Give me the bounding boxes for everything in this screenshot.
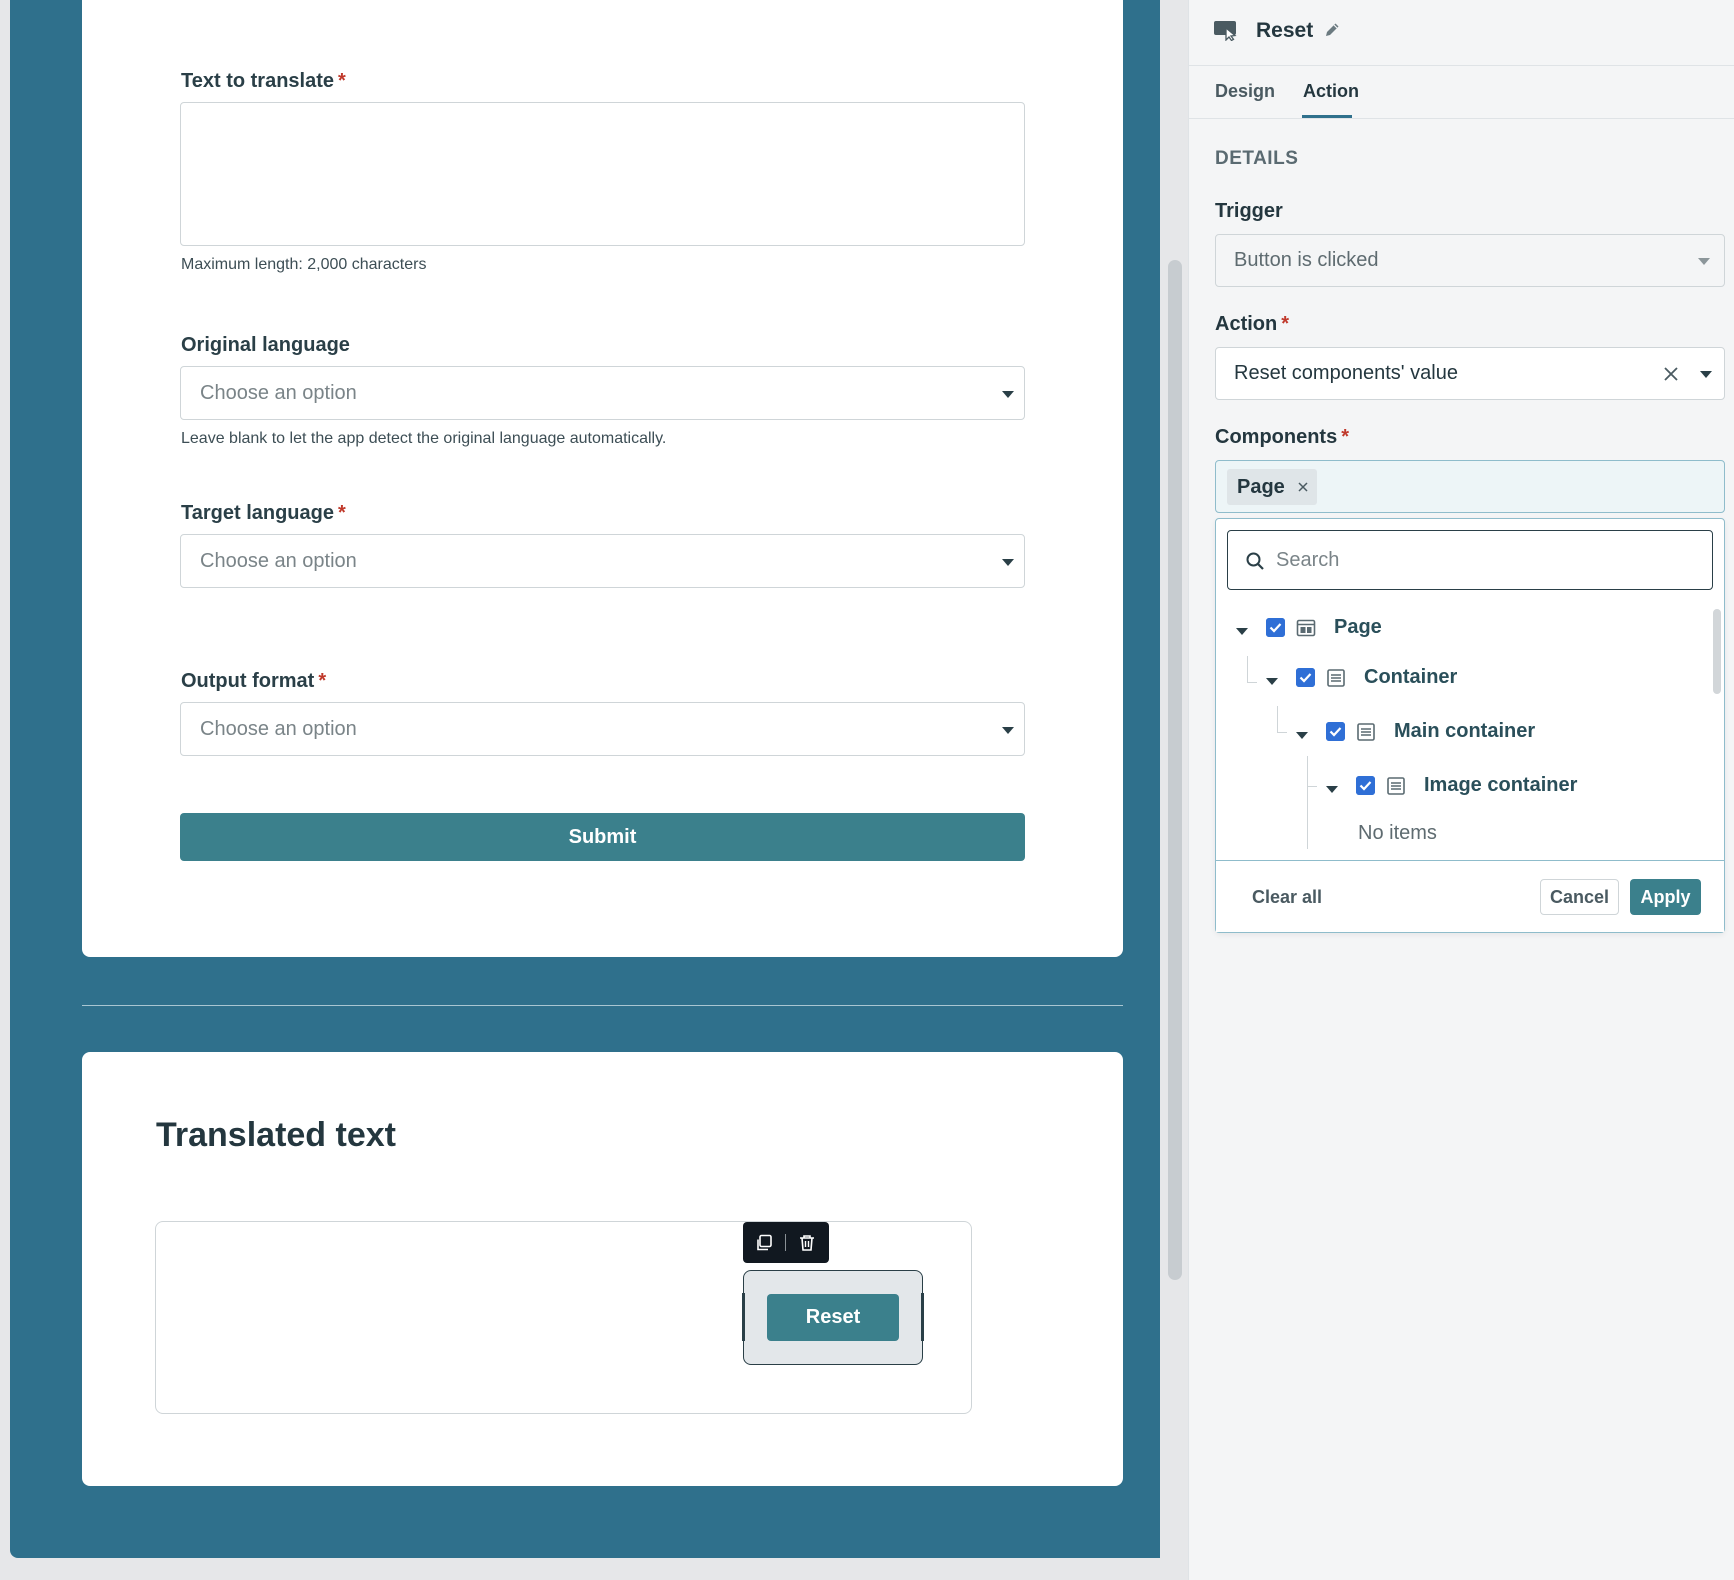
- page-icon: [1296, 619, 1316, 637]
- pencil-icon[interactable]: [1323, 21, 1341, 39]
- no-items-text: No items: [1358, 822, 1437, 844]
- tree-item-page[interactable]: Page: [1216, 604, 1726, 658]
- action-label: Action *: [1215, 313, 1289, 336]
- chevron-down-icon[interactable]: [1236, 628, 1248, 635]
- required-marker: *: [318, 670, 327, 692]
- chevron-down-icon: [1698, 258, 1710, 265]
- section-divider: [82, 1005, 1123, 1006]
- output-format-label-text: Output format: [181, 670, 315, 692]
- search-icon: [1246, 552, 1264, 570]
- text-to-translate-label: Text to translate *: [181, 70, 346, 93]
- chip-remove-icon[interactable]: [1297, 481, 1309, 493]
- target-language-label: Target language *: [181, 502, 346, 525]
- apply-button[interactable]: Apply: [1630, 879, 1701, 915]
- container-icon: [1357, 723, 1375, 741]
- chevron-down-icon[interactable]: [1296, 732, 1308, 739]
- selected-chip: Page: [1227, 469, 1317, 505]
- canvas-scrollbar[interactable]: [1168, 260, 1182, 1280]
- tree-item-image-container[interactable]: Image container: [1216, 762, 1726, 816]
- translated-text-title: Translated text: [156, 1116, 396, 1154]
- output-format-placeholder: Choose an option: [200, 718, 357, 740]
- checkbox-checked-icon[interactable]: [1326, 722, 1345, 741]
- components-label: Components *: [1215, 426, 1349, 449]
- original-language-hint: Leave blank to let the app detect the or…: [181, 430, 667, 447]
- checkbox-checked-icon[interactable]: [1296, 668, 1315, 687]
- toolbar-separator: [785, 1234, 786, 1251]
- active-tab-indicator: [1302, 115, 1352, 118]
- target-language-placeholder: Choose an option: [200, 550, 357, 572]
- tree-item-label: Image container: [1424, 774, 1578, 796]
- button-component-icon: [1214, 21, 1237, 41]
- required-marker: *: [1281, 313, 1290, 335]
- required-marker: *: [1341, 426, 1350, 448]
- original-language-placeholder: Choose an option: [200, 382, 357, 404]
- trash-icon[interactable]: [798, 1234, 816, 1252]
- action-label-text: Action: [1215, 313, 1278, 335]
- text-to-translate-label-text: Text to translate: [181, 70, 334, 92]
- details-heading: DETAILS: [1215, 148, 1299, 169]
- cancel-button[interactable]: Cancel: [1540, 879, 1619, 915]
- components-dropdown: Page Container: [1215, 518, 1725, 933]
- clear-all-button[interactable]: Clear all: [1252, 887, 1322, 908]
- tab-design[interactable]: Design: [1215, 81, 1275, 102]
- original-language-label-text: Original language: [181, 334, 350, 356]
- target-language-select[interactable]: Choose an option: [180, 534, 1025, 588]
- clear-icon[interactable]: [1662, 365, 1680, 383]
- resize-handle-right[interactable]: [921, 1293, 924, 1341]
- component-tree: Page Container Main container Image cont…: [1216, 604, 1726, 849]
- chevron-down-icon[interactable]: [1326, 786, 1338, 793]
- chevron-down-icon: [1002, 391, 1014, 398]
- reset-button-frame[interactable]: Reset: [742, 1270, 924, 1365]
- resize-handle-left[interactable]: [742, 1293, 745, 1341]
- search-input[interactable]: [1276, 544, 1676, 576]
- container-icon: [1327, 669, 1345, 687]
- tree-item-container[interactable]: Container: [1216, 654, 1726, 708]
- tree-item-main-container[interactable]: Main container: [1216, 708, 1726, 762]
- checkbox-checked-icon[interactable]: [1356, 776, 1375, 795]
- search-field[interactable]: [1227, 530, 1713, 590]
- required-marker: *: [338, 70, 346, 92]
- action-select[interactable]: Reset components' value: [1215, 347, 1725, 400]
- duplicate-icon[interactable]: [755, 1234, 773, 1252]
- tab-action[interactable]: Action: [1303, 81, 1359, 102]
- container-icon: [1387, 777, 1405, 795]
- chevron-down-icon[interactable]: [1700, 371, 1712, 378]
- output-format-select[interactable]: Choose an option: [180, 702, 1025, 756]
- component-toolbar: [743, 1222, 829, 1263]
- components-label-text: Components: [1215, 426, 1338, 448]
- panel-tabs: Design Action: [1189, 66, 1734, 119]
- properties-panel: Reset Design Action DETAILS Trigger Butt…: [1188, 0, 1734, 1580]
- text-to-translate-hint: Maximum length: 2,000 characters: [181, 256, 427, 273]
- tree-item-label: Main container: [1394, 720, 1536, 742]
- dropdown-scrollbar[interactable]: [1713, 609, 1721, 694]
- panel-title: Reset: [1256, 19, 1314, 42]
- tree-item-label: Page: [1334, 616, 1382, 638]
- original-language-label: Original language: [181, 334, 350, 357]
- chevron-down-icon[interactable]: [1266, 678, 1278, 685]
- dropdown-footer: Clear all Cancel Apply: [1216, 860, 1724, 932]
- selected-chip-label: Page: [1237, 476, 1285, 498]
- checkbox-checked-icon[interactable]: [1266, 618, 1285, 637]
- chevron-down-icon: [1002, 559, 1014, 566]
- required-marker: *: [338, 502, 346, 524]
- submit-button[interactable]: Submit: [180, 813, 1025, 861]
- target-language-label-text: Target language: [181, 502, 334, 524]
- chevron-down-icon: [1002, 727, 1014, 734]
- action-value: Reset components' value: [1234, 362, 1458, 384]
- components-multiselect[interactable]: Page: [1215, 460, 1725, 513]
- panel-header: Reset: [1189, 0, 1734, 66]
- text-to-translate-input[interactable]: [180, 102, 1025, 246]
- output-format-label: Output format *: [181, 670, 326, 693]
- trigger-label: Trigger: [1215, 200, 1283, 222]
- trigger-value: Button is clicked: [1234, 249, 1379, 271]
- trigger-select[interactable]: Button is clicked: [1215, 234, 1725, 287]
- reset-button[interactable]: Reset: [767, 1294, 899, 1341]
- original-language-select[interactable]: Choose an option: [180, 366, 1025, 420]
- tree-item-label: Container: [1364, 666, 1458, 688]
